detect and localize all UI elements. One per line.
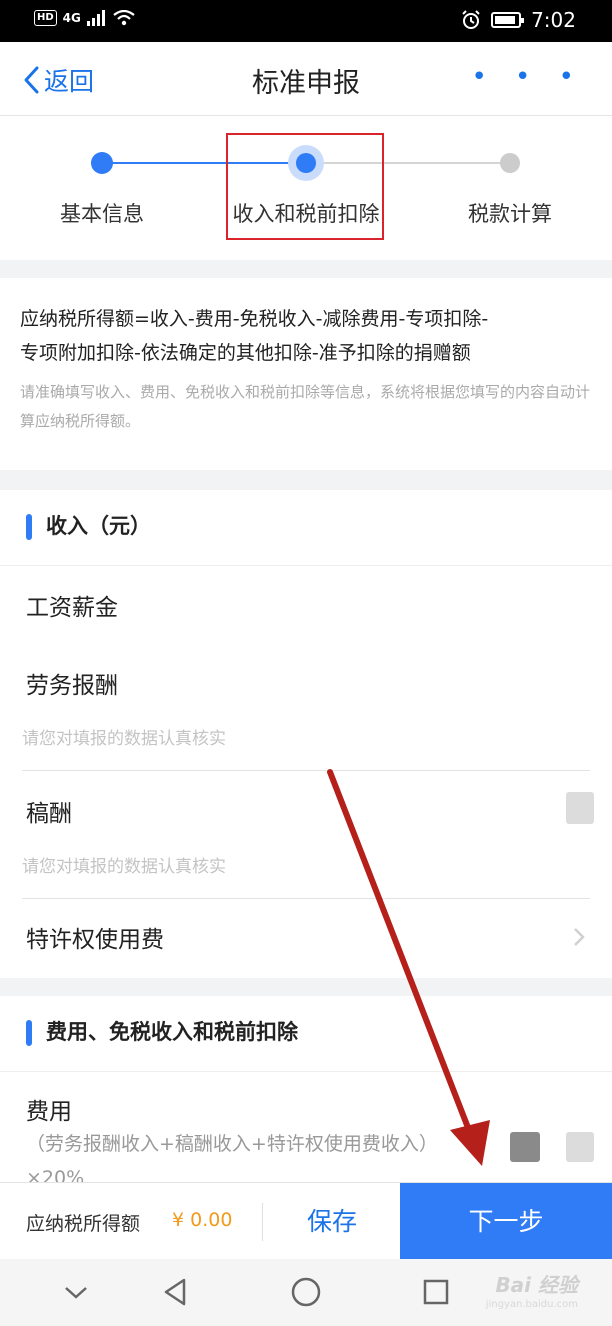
- income-item-franchise[interactable]: 特许权使用费: [26, 920, 164, 954]
- watermark-url: jingyan.baidu.com: [485, 1299, 578, 1310]
- step-label-3: 税款计算: [468, 202, 552, 226]
- formula-line-2: 专项附加扣除-依法确定的其他扣除-准予扣除的捐赠额: [20, 342, 471, 364]
- deduction-item-fee-formula: （劳务报酬收入+稿酬收入+特许权使用费收入）×20%: [26, 1133, 438, 1185]
- annotation-highlight-box: [226, 133, 384, 240]
- hd-badge: HD: [34, 10, 57, 26]
- formula-tip: 请准确填写收入、费用、免税收入和税前扣除等信息，系统将根据您填写的内容自动计算应…: [20, 383, 591, 430]
- income-item-wages[interactable]: 工资薪金: [26, 588, 118, 622]
- income-section: 收入（元） 工资薪金 劳务报酬 请您对填报的数据认真核实 稿酬 请您对填报的数据…: [0, 490, 612, 978]
- divider: [22, 770, 590, 771]
- royalty-value-blurred: [566, 792, 594, 824]
- step-label-1: 基本信息: [60, 202, 144, 226]
- status-right: 7:02: [461, 8, 576, 32]
- formula-line-1: 应纳税所得额=收入-费用-免税收入-减除费用-专项扣除-: [20, 308, 489, 330]
- divider: [22, 898, 590, 899]
- taxable-income-label: 应纳税所得额: [26, 1213, 141, 1235]
- status-bar: HD 4G 7:02: [0, 0, 612, 42]
- income-item-labor-tip: 请您对填报的数据认真核实: [22, 729, 226, 749]
- system-nav-bar: Bai 经验 jingyan.baidu.com: [0, 1259, 612, 1326]
- fee-value-blurred-1: [510, 1132, 540, 1162]
- next-step-button[interactable]: 下一步: [400, 1183, 612, 1260]
- taxable-income-value: ¥ 0.00: [172, 1209, 233, 1231]
- formula-text: 应纳税所得额=收入-费用-免税收入-减除费用-专项扣除- 专项附加扣除-依法确定…: [20, 302, 592, 370]
- chevron-down-icon[interactable]: [63, 1285, 89, 1301]
- step-dot-3: [500, 153, 520, 173]
- more-button[interactable]: • • •: [471, 62, 584, 92]
- chevron-right-icon[interactable]: [572, 926, 586, 948]
- deduction-item-fee[interactable]: 费用: [26, 1092, 72, 1126]
- back-triangle-icon[interactable]: [162, 1277, 188, 1307]
- status-left: HD 4G: [34, 10, 135, 26]
- deduction-section-title: 费用、免税收入和税前扣除: [46, 1020, 298, 1044]
- deduction-section-header: 费用、免税收入和税前扣除: [0, 996, 612, 1072]
- alarm-icon: [462, 10, 480, 29]
- network-type: 4G: [62, 11, 81, 25]
- step-dot-1: [91, 152, 113, 174]
- save-button[interactable]: 保存: [264, 1183, 400, 1260]
- section-accent-bar: [26, 1020, 32, 1046]
- income-section-header: 收入（元）: [0, 490, 612, 566]
- signal-icon: [86, 10, 105, 26]
- vertical-divider: [262, 1203, 263, 1241]
- status-time: 7:02: [531, 8, 576, 32]
- income-item-royalty-tip: 请您对填报的数据认真核实: [22, 857, 226, 877]
- step-progress: 基本信息 收入和税前扣除 税款计算: [0, 116, 612, 260]
- nav-bar: 返回 标准申报 • • •: [0, 42, 612, 116]
- income-item-labor[interactable]: 劳务报酬: [26, 666, 118, 700]
- recents-square-icon[interactable]: [422, 1278, 450, 1306]
- bottom-action-bar: 应纳税所得额 ¥ 0.00 保存 下一步: [0, 1182, 612, 1260]
- wifi-icon: [113, 10, 135, 26]
- fee-value-blurred-2: [566, 1132, 594, 1162]
- home-circle-icon[interactable]: [290, 1276, 322, 1308]
- section-accent-bar: [26, 514, 32, 540]
- battery-icon: [491, 12, 525, 28]
- income-section-title: 收入（元）: [46, 514, 151, 538]
- formula-card: 应纳税所得额=收入-费用-免税收入-减除费用-专项扣除- 专项附加扣除-依法确定…: [0, 278, 612, 470]
- watermark-logo: Bai 经验: [495, 1273, 578, 1297]
- income-item-royalty[interactable]: 稿酬: [26, 794, 72, 828]
